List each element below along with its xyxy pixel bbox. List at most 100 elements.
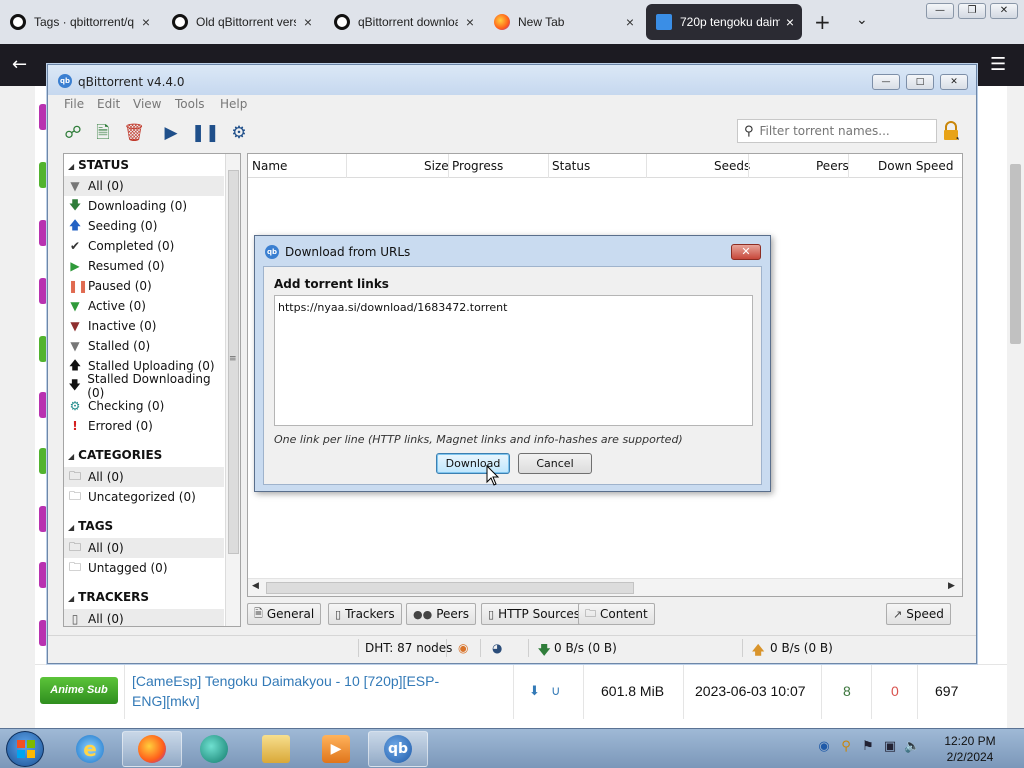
options-gear-icon[interactable]: ⚙ (228, 122, 250, 144)
search-icon[interactable]: ⚲ (838, 739, 854, 755)
chevron-down-icon[interactable]: ⌄ (856, 12, 868, 28)
add-link-icon[interactable]: ☍ (62, 122, 84, 144)
status-seeding[interactable]: 🡅 Seeding (0) (64, 216, 224, 236)
tab-close-icon[interactable]: × (304, 14, 312, 30)
category-uncategorized[interactable]: 🗀 Uncategorized (0) (64, 487, 224, 507)
qbittorrent-tray-icon[interactable]: ◉ (816, 739, 832, 755)
sidebar-scrollbar[interactable]: ≡ (225, 154, 240, 626)
dialog-close-button[interactable]: ✕ (731, 244, 761, 260)
delete-icon[interactable]: 🗑 (123, 122, 145, 144)
new-tab-button[interactable]: + (814, 10, 831, 34)
taskbar-firefox[interactable] (122, 731, 182, 767)
menu-file[interactable]: File (64, 97, 84, 111)
tab-content[interactable]: 🗀 Content (578, 603, 655, 625)
magnet-icon[interactable]: ∪ (551, 683, 561, 699)
tags-header[interactable]: ◢ TAGS (68, 519, 113, 533)
status-stalled[interactable]: ▼ Stalled (0) (64, 336, 224, 356)
column-size[interactable]: Size (424, 159, 449, 173)
taskbar-clock[interactable]: 12:20 PM 2/2/2024 (930, 733, 1010, 765)
restore-button[interactable]: ❐ (958, 3, 986, 19)
filter-input[interactable] (759, 124, 930, 138)
tab-close-icon[interactable]: × (466, 14, 474, 30)
upload-speed[interactable]: 0 B/s (0 B) (770, 641, 833, 655)
maximize-button[interactable]: □ (906, 74, 934, 90)
title-bar[interactable]: qb qBittorrent v4.4.0 — □ ✕ (48, 65, 976, 95)
speed-limit-icon[interactable]: ◕ (492, 641, 502, 655)
menu-bar: File Edit View Tools Help (48, 95, 976, 115)
hamburger-menu-icon[interactable]: ☰ (990, 54, 1006, 75)
column-peers[interactable]: Peers (816, 159, 849, 173)
close-button[interactable]: ✕ (940, 74, 968, 90)
start-button[interactable] (6, 731, 44, 767)
tab-peers[interactable]: ●● Peers (406, 603, 476, 625)
column-progress[interactable]: Progress (452, 159, 503, 173)
network-icon[interactable]: ▣ (882, 739, 898, 755)
filter-search[interactable]: ⚲ (737, 119, 937, 143)
tab-speed[interactable]: ↗ Speed (886, 603, 951, 625)
menu-edit[interactable]: Edit (97, 97, 120, 111)
trackers-header[interactable]: ◢ TRACKERS (68, 590, 149, 604)
category-thumb (39, 104, 47, 130)
close-button[interactable]: ✕ (990, 3, 1018, 19)
status-errored[interactable]: ! Errored (0) (64, 416, 224, 436)
lock-icon[interactable] (942, 121, 960, 141)
taskbar-internet-explorer[interactable]: e (60, 731, 120, 767)
browser-tab-tags[interactable]: Tags · qbittorrent/qBit × (0, 4, 158, 40)
tab-trackers[interactable]: ▯ Trackers (328, 603, 402, 625)
page-scrollbar[interactable] (1007, 86, 1024, 728)
column-status[interactable]: Status (552, 159, 590, 173)
back-arrow-icon[interactable]: ← (12, 54, 27, 75)
tag-untagged[interactable]: 🗀 Untagged (0) (64, 558, 224, 578)
status-resumed[interactable]: ▶ Resumed (0) (64, 256, 224, 276)
browser-tab-new-tab[interactable]: New Tab × (484, 4, 642, 40)
status-all[interactable]: ▼ All (0) (64, 176, 224, 196)
browser-tab-old-versions[interactable]: Old qBittorrent versio × (162, 4, 320, 40)
flag-icon[interactable]: ⚑ (860, 739, 876, 755)
minimize-button[interactable]: — (872, 74, 900, 90)
torrent-links-textarea[interactable] (274, 295, 753, 426)
categories-header[interactable]: ◢ CATEGORIES (68, 448, 162, 462)
torrent-name-link[interactable]: [CameEsp] Tengoku Daimakyou - 10 [720p][… (132, 671, 462, 711)
pause-icon[interactable]: ❚❚ (191, 122, 220, 144)
volume-muted-icon[interactable]: 🔈 (904, 739, 920, 755)
browser-tab-nyaa[interactable]: 720p tengoku daimakyou × (646, 4, 802, 40)
tracker-all[interactable]: ▯ All (0) (64, 609, 224, 626)
tab-http-sources[interactable]: ▯ HTTP Sources (481, 603, 588, 625)
status-header[interactable]: ◢ STATUS (68, 158, 129, 172)
taskbar-file-explorer[interactable] (246, 731, 306, 767)
tag-all[interactable]: 🗀 All (0) (64, 538, 224, 558)
taskbar-media-player[interactable]: ▶ (306, 731, 366, 767)
tab-general[interactable]: 🗎 General (247, 603, 322, 625)
status-active[interactable]: ▼ Active (0) (64, 296, 224, 316)
menu-tools[interactable]: Tools (175, 97, 205, 111)
tab-label: 720p tengoku daimakyou (680, 15, 780, 29)
status-paused[interactable]: ❚❚ Paused (0) (64, 276, 224, 296)
cancel-button[interactable]: Cancel (518, 453, 592, 474)
resume-icon[interactable]: ▶ (160, 122, 182, 144)
minimize-button[interactable]: — (926, 3, 954, 19)
column-name[interactable]: Name (252, 159, 287, 173)
column-down-speed[interactable]: Down Speed (878, 159, 953, 173)
tab-close-icon[interactable]: × (626, 14, 634, 30)
download-speed[interactable]: 0 B/s (0 B) (554, 641, 617, 655)
menu-view[interactable]: View (133, 97, 161, 111)
status-completed[interactable]: ✔ Completed (0) (64, 236, 224, 256)
horizontal-scrollbar[interactable]: ◀ ▶ (248, 578, 962, 596)
column-seeds[interactable]: Seeds (714, 159, 750, 173)
download-icon[interactable]: ⬇ (529, 683, 540, 699)
tab-close-icon[interactable]: × (786, 14, 794, 30)
category-badge[interactable]: Anime Sub (40, 677, 118, 704)
status-stalled-downloading[interactable]: 🡇 Stalled Downloading (0) (64, 372, 224, 400)
status-downloading[interactable]: 🡇 Downloading (0) (64, 196, 224, 216)
menu-help[interactable]: Help (220, 97, 247, 111)
status-inactive[interactable]: ▼ Inactive (0) (64, 316, 224, 336)
browser-tab-download[interactable]: qBittorrent download × (324, 4, 482, 40)
status-checking[interactable]: ⚙ Checking (0) (64, 396, 224, 416)
tab-close-icon[interactable]: × (142, 14, 150, 30)
category-all[interactable]: 🗀 All (0) (64, 467, 224, 487)
dialog-title-bar[interactable]: qb Download from URLs ✕ (255, 236, 770, 266)
add-file-icon[interactable]: 🗎 (92, 122, 114, 144)
connection-status-icon[interactable]: ◉ (458, 641, 468, 655)
taskbar-qbittorrent[interactable]: qb (368, 731, 428, 767)
taskbar-media-app[interactable] (184, 731, 244, 767)
